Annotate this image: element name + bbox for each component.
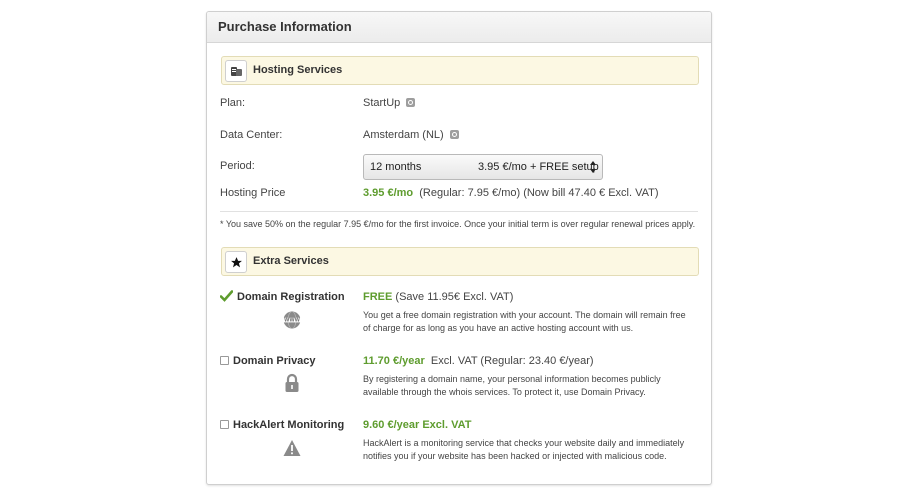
purchase-information-panel: Purchase Information Hosting Services Pl… [206,11,712,485]
plan-value-group: StartUp [363,97,416,109]
domain-privacy-name: Domain Privacy [233,355,316,367]
period-label: Period: [220,160,255,172]
hosting-services-header: Hosting Services [221,56,699,85]
data-center-label: Data Center: [220,129,283,141]
plan-label: Plan: [220,97,246,109]
hackalert-name: HackAlert Monitoring [233,419,345,431]
savings-note: * You save 50% on the regular 7.95 €/mo … [220,219,696,229]
select-arrows-icon [590,161,596,173]
hosting-price-amount: 3.95 €/mo [363,187,414,199]
checkmark-icon[interactable] [220,290,233,302]
domain-registration-price-highlight: FREE [363,291,393,303]
domain-registration-price-rest: (Save 11.95€ Excl. VAT) [395,291,514,303]
hosting-price-label: Hosting Price [220,187,286,199]
data-center-value: Amsterdam (NL) [363,129,444,141]
period-term: 12 months [370,161,422,173]
hackalert-checkbox[interactable] [220,420,229,429]
hosting-price-details: (Regular: 7.95 €/mo) (Now bill 47.40 € E… [419,187,659,199]
divider [220,211,698,212]
lock-icon [285,373,299,392]
hackalert-price-highlight: 9.60 €/year Excl. VAT [363,419,472,431]
domain-registration-name: Domain Registration [237,291,345,303]
domain-privacy-description: By registering a domain name, your perso… [363,374,661,397]
domain-registration-price: FREE (Save 11.95€ Excl. VAT) [363,291,513,303]
period-select[interactable]: 12 months 3.95 €/mo + FREE setup [363,154,603,180]
hackalert-description: HackAlert is a monitoring service that c… [363,438,685,461]
domain-privacy-price: 11.70 €/year Excl. VAT (Regular: 23.40 €… [363,355,594,367]
extra-services-header: Extra Services [221,247,699,276]
domain-privacy-checkbox[interactable] [220,356,229,365]
server-icon [225,60,247,82]
www-globe-icon: WWW [283,311,301,329]
panel-title: Purchase Information [207,12,711,43]
extra-services-title: Extra Services [253,255,329,267]
domain-privacy-price-highlight: 11.70 €/year [363,355,425,367]
change-plan-icon[interactable] [406,98,416,107]
svg-text:WWW: WWW [284,318,301,324]
change-data-center-icon[interactable] [449,130,459,139]
domain-registration-description: You get a free domain registration with … [363,310,686,333]
warning-icon [283,440,301,456]
hackalert-price: 9.60 €/year Excl. VAT [363,419,471,431]
hosting-services-title: Hosting Services [253,64,343,76]
data-center-value-group: Amsterdam (NL) [363,129,459,141]
hosting-price-value: 3.95 €/mo (Regular: 7.95 €/mo) (Now bill… [363,187,659,199]
domain-privacy-price-rest: Excl. VAT (Regular: 23.40 €/year) [430,355,594,367]
star-icon [225,251,247,273]
period-price: 3.95 €/mo + FREE setup [478,161,599,173]
plan-value: StartUp [363,97,401,109]
